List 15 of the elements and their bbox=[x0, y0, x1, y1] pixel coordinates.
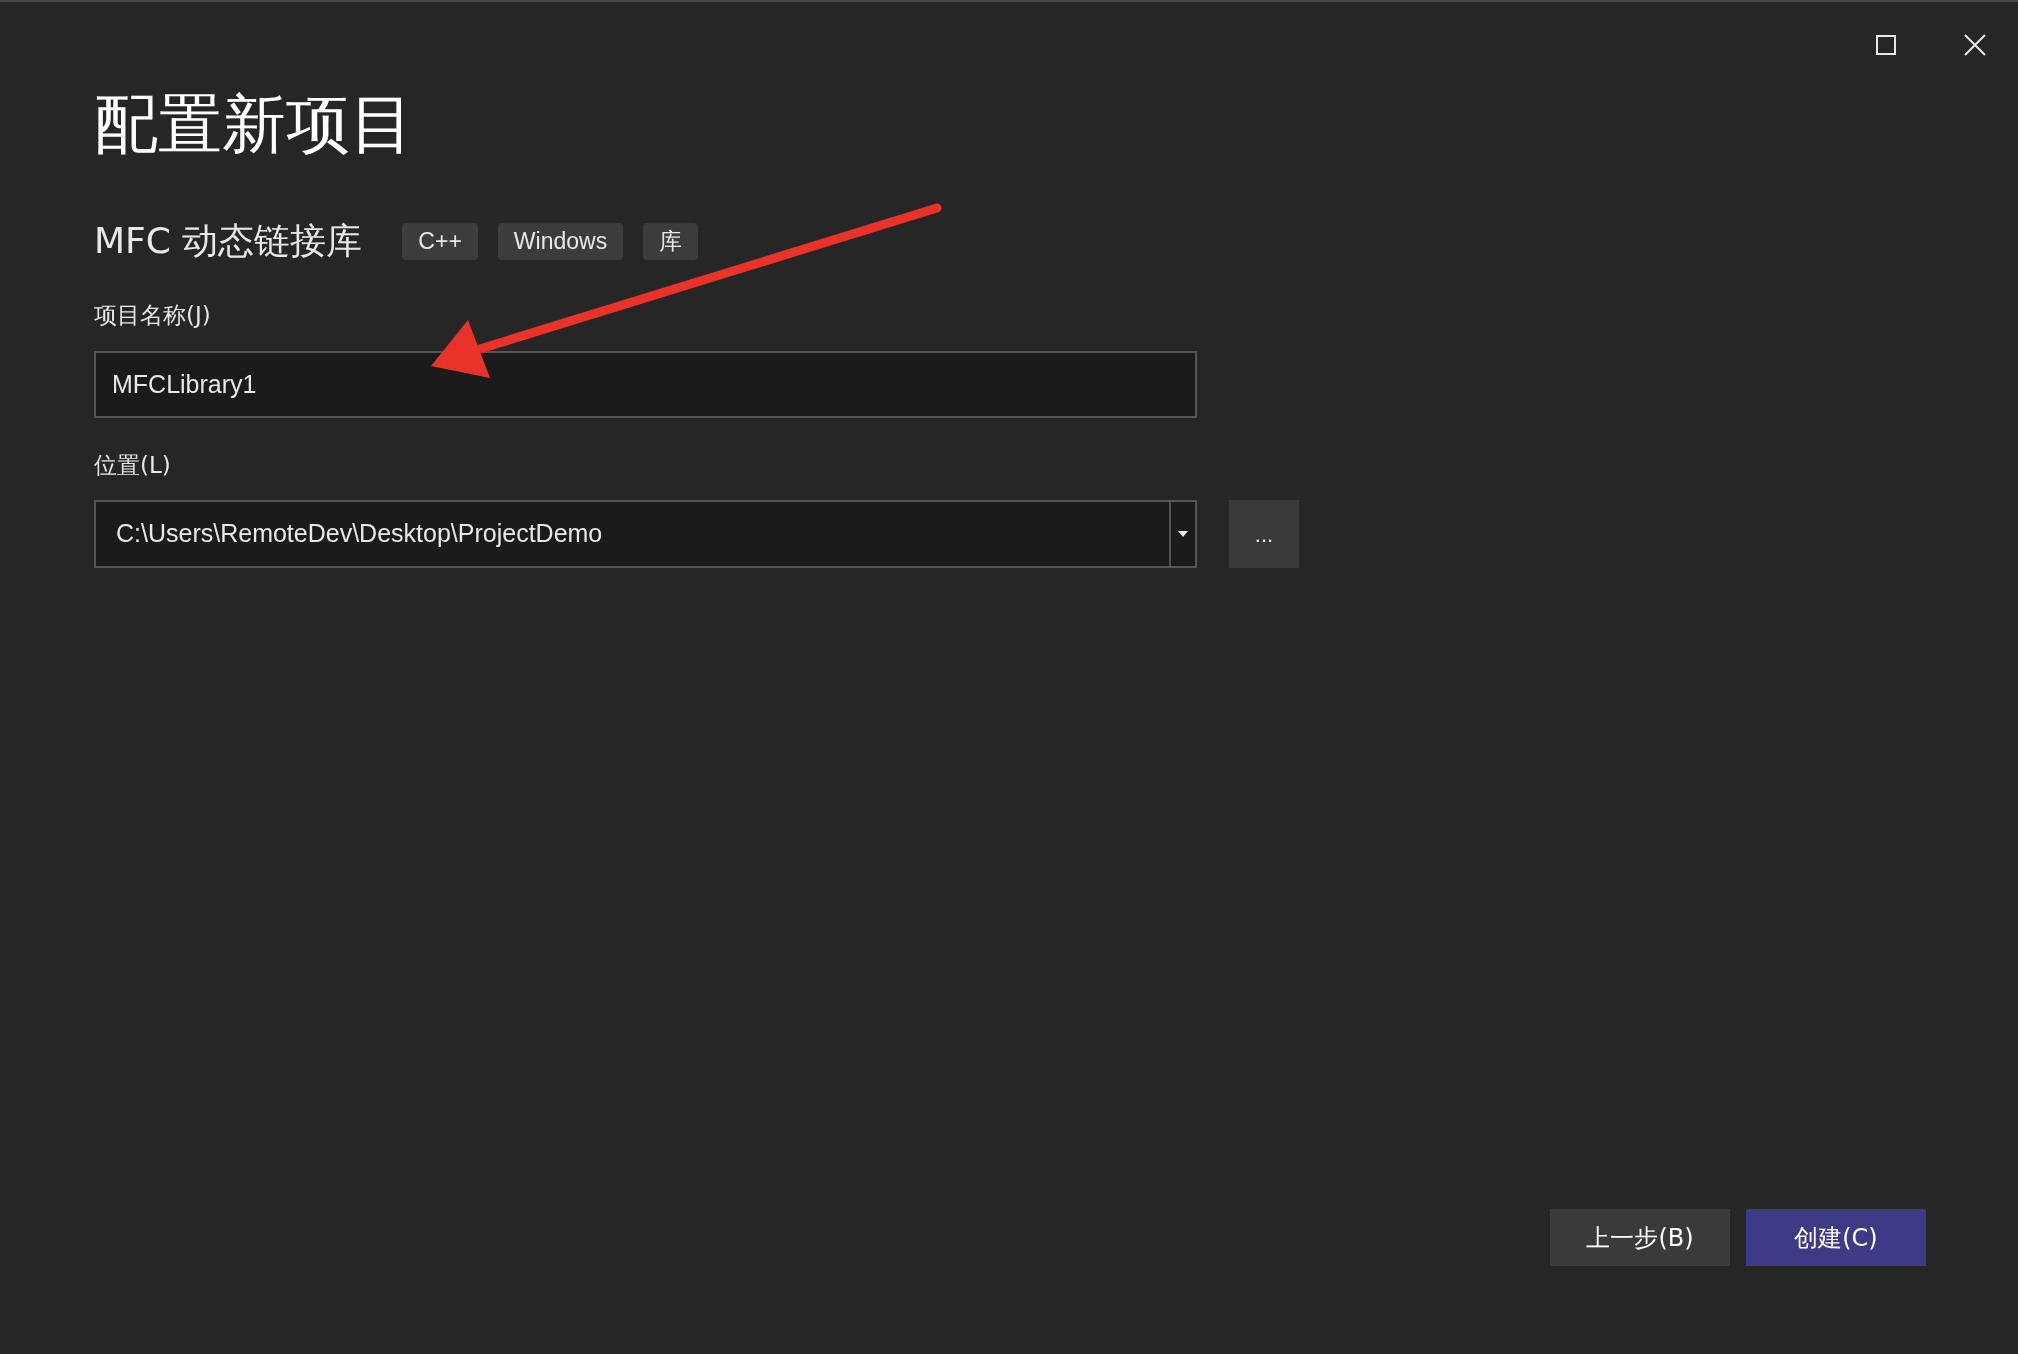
template-name: MFC 动态链接库 bbox=[94, 219, 363, 263]
dialog-title: 配置新项目 bbox=[94, 92, 415, 156]
maximize-icon[interactable] bbox=[1876, 35, 1896, 55]
back-button[interactable]: 上一步(B) bbox=[1550, 1209, 1730, 1266]
tag: C++ bbox=[402, 222, 478, 260]
tag: 库 bbox=[643, 222, 699, 260]
tag: Windows bbox=[497, 222, 624, 260]
field-label: 项目名称(J) bbox=[94, 301, 212, 330]
project-name-field[interactable]: MFCLibrary1 bbox=[94, 350, 1197, 418]
browse-button[interactable]: ... bbox=[1229, 500, 1299, 568]
location-dropdown[interactable]: C:\Users\RemoteDev\Desktop\ProjectDemo bbox=[94, 500, 1197, 568]
caret-icon bbox=[1178, 531, 1188, 537]
create-button[interactable]: 创建(C) bbox=[1746, 1209, 1926, 1266]
close-icon[interactable] bbox=[1964, 34, 1986, 56]
field-label: 位置(L) bbox=[94, 450, 172, 480]
